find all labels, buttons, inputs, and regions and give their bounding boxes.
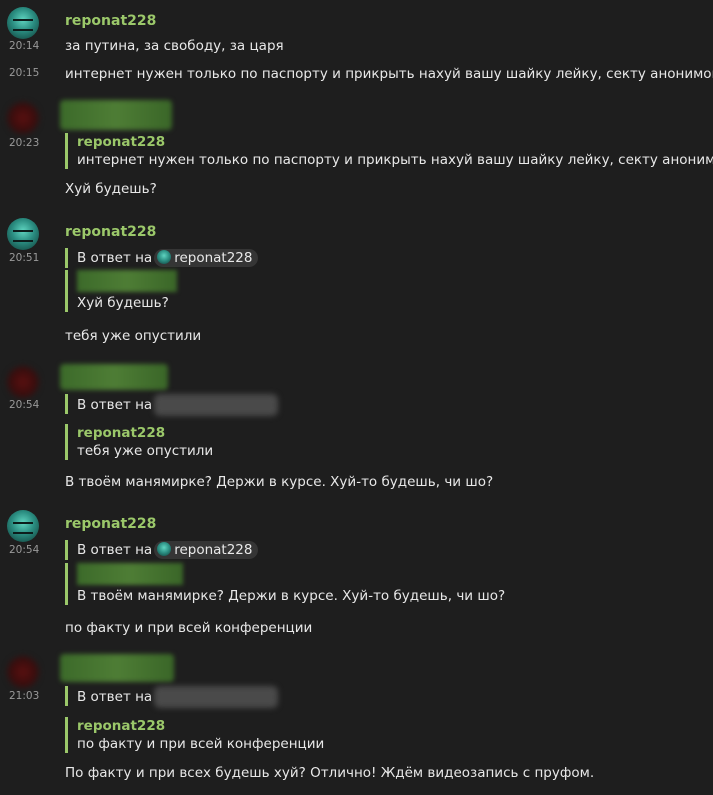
message-group: reponat228 20:51 В ответ на reponat228 Ху… [0, 218, 713, 348]
avatar[interactable] [7, 218, 39, 250]
avatar[interactable] [7, 102, 39, 134]
reply-to[interactable]: В ответ на reponat228 [65, 248, 259, 268]
message-text: Хуй будешь? [65, 181, 157, 197]
sender-name-redacted [60, 100, 172, 130]
message-group: 21:03 В ответ на reponat228 по факту и п… [0, 652, 713, 792]
timestamp: 20:54 [9, 544, 40, 556]
sender-name[interactable]: reponat228 [65, 224, 156, 240]
quote-author-redacted [77, 563, 183, 585]
message-text: за путина, за свободу, за царя [65, 38, 284, 54]
message-group: reponat228 20:14 за путина, за свободу, … [0, 0, 713, 90]
user-mention-chip[interactable]: reponat228 [154, 249, 259, 267]
reply-prefix: В ответ на [77, 689, 153, 705]
quote-author: reponat228 [77, 134, 166, 150]
sender-name-redacted [60, 654, 174, 682]
quote-text: В твоём манямирке? Держи в курсе. Хуй-то… [77, 588, 506, 604]
sender-name-redacted [60, 364, 168, 390]
quoted-message[interactable]: reponat228 интернет нужен только по пасп… [65, 133, 713, 169]
reply-prefix: В ответ на [77, 542, 153, 558]
sender-name[interactable]: reponat228 [65, 516, 156, 532]
timestamp: 20:51 [9, 252, 40, 264]
message-text: по факту и при всей конференции [65, 620, 313, 636]
avatar[interactable] [7, 366, 39, 398]
reply-to[interactable]: В ответ на [65, 394, 279, 416]
avatar-mini-icon [157, 250, 172, 264]
avatar[interactable] [7, 510, 39, 542]
quoted-message[interactable]: reponat228 по факту и при всей конференц… [65, 717, 324, 753]
reply-to[interactable]: В ответ на [65, 686, 279, 708]
quote-text: по факту и при всей конференции [77, 736, 325, 752]
quote-text: Хуй будешь? [77, 295, 169, 311]
reply-prefix: В ответ на [77, 250, 153, 266]
quote-author: reponat228 [77, 718, 166, 734]
timestamp: 20:23 [9, 137, 40, 149]
reply-to[interactable]: В ответ на reponat228 [65, 540, 259, 560]
timestamp: 20:54 [9, 399, 40, 411]
user-mention-chip-redacted[interactable] [154, 394, 279, 416]
user-mention-chip[interactable]: reponat228 [154, 541, 259, 559]
avatar[interactable] [7, 656, 39, 688]
message-text: интернет нужен только по паспорту и прик… [65, 66, 713, 82]
quote-author: reponat228 [77, 425, 166, 441]
quoted-message[interactable]: В твоём манямирке? Держи в курсе. Хуй-то… [65, 563, 505, 605]
message-group: reponat228 20:54 В ответ на reponat228 В … [0, 510, 713, 640]
quoted-message[interactable]: Хуй будешь? [65, 270, 177, 312]
timestamp: 20:15 [9, 67, 40, 79]
message-text: тебя уже опустили [65, 328, 202, 344]
avatar-mini-icon [157, 542, 172, 556]
quote-author-redacted [77, 270, 177, 292]
avatar[interactable] [7, 7, 39, 39]
message-text: В твоём манямирке? Держи в курсе. Хуй-то… [65, 474, 494, 490]
reply-prefix: В ответ на [77, 397, 153, 413]
timestamp: 21:03 [9, 690, 40, 702]
message-group: 20:54 В ответ на reponat228 тебя уже опу… [0, 362, 713, 492]
timestamp: 20:14 [9, 40, 40, 52]
sender-name[interactable]: reponat228 [65, 13, 156, 29]
quote-text: тебя уже опустили [77, 443, 214, 459]
message-text: По факту и при всех будешь хуй? Отлично!… [65, 765, 595, 781]
message-group: 20:23 reponat228 интернет нужен только п… [0, 96, 713, 206]
quoted-message[interactable]: reponat228 тебя уже опустили [65, 424, 213, 460]
quote-text: интернет нужен только по паспорту и прик… [77, 152, 713, 168]
user-mention-chip-redacted[interactable] [154, 686, 279, 708]
